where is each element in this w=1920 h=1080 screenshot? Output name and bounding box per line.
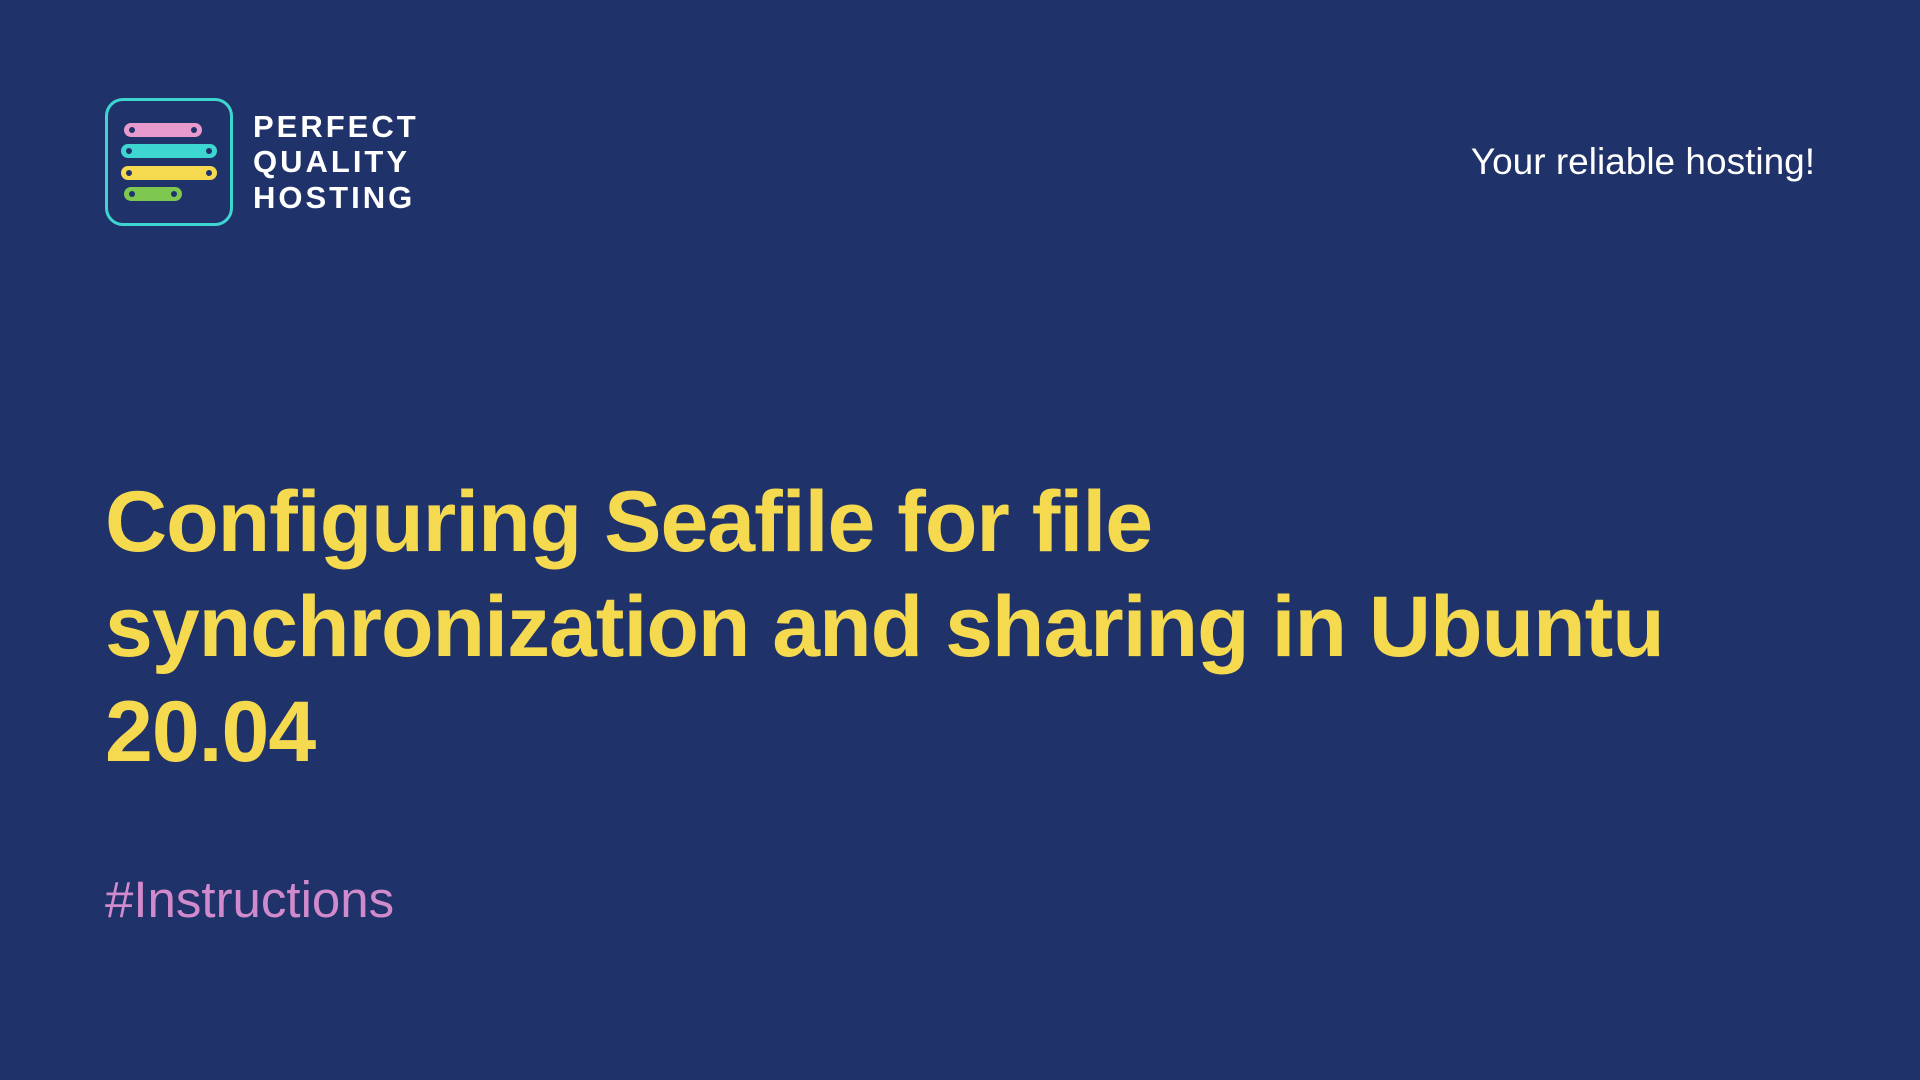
logo-bar-yellow <box>121 166 217 180</box>
logo-text-line2: QUALITY <box>253 144 419 180</box>
logo-icon <box>105 98 233 226</box>
hashtag-label: #Instructions <box>105 870 394 929</box>
logo-bar-pink <box>124 123 202 137</box>
logo-text-line1: PERFECT <box>253 109 419 145</box>
logo-text-line3: HOSTING <box>253 180 419 216</box>
tagline-text: Your reliable hosting! <box>1471 141 1815 183</box>
page-title: Configuring Seafile for file synchroniza… <box>105 470 1775 785</box>
logo-bar-green <box>124 187 182 201</box>
logo-group: PERFECT QUALITY HOSTING <box>105 98 419 226</box>
logo-text: PERFECT QUALITY HOSTING <box>253 109 419 216</box>
logo-bar-cyan <box>121 144 217 158</box>
header-region: PERFECT QUALITY HOSTING Your reliable ho… <box>105 98 1815 226</box>
